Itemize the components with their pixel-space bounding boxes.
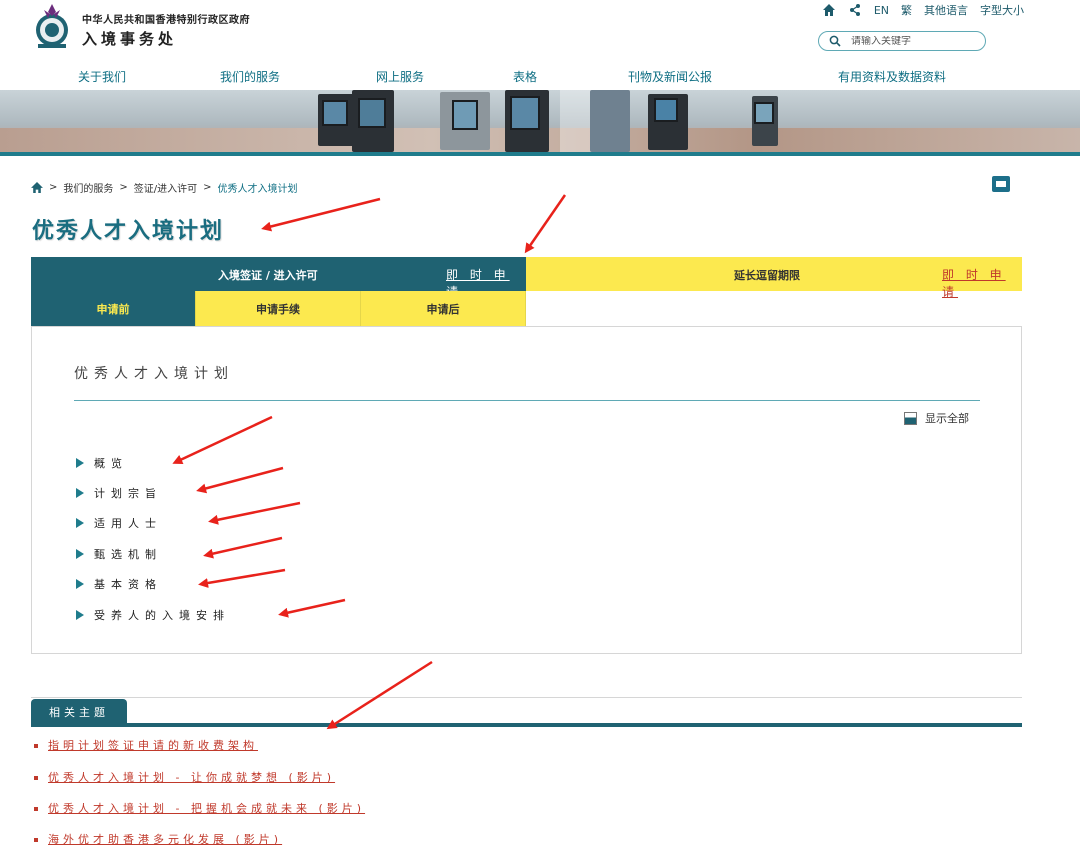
nav-our-services[interactable]: 我们的服务: [220, 68, 280, 85]
nav-about-us[interactable]: 关于我们: [78, 68, 126, 85]
caret-right-icon: [76, 518, 84, 528]
caret-right-icon: [76, 610, 84, 620]
section-divider: [74, 400, 980, 401]
accordion-item-label: 甄选机制: [94, 548, 162, 561]
other-languages-link[interactable]: 其他语言: [924, 2, 968, 18]
page-title: 优秀人才入境计划: [32, 219, 225, 244]
arrow-icon: [326, 660, 433, 730]
main-navigation: 关于我们 我们的服务 网上服务 表格 刊物及新闻公报 有用资料及数据资料: [0, 68, 1080, 88]
show-all-label: 显示全部: [925, 412, 969, 425]
related-link-item: 优秀人才入境计划 - 让你成就梦想 (影片): [34, 769, 335, 785]
subtab-application-procedure[interactable]: 申请手续: [196, 291, 361, 326]
lang-en-link[interactable]: EN: [874, 4, 889, 17]
nav-forms[interactable]: 表格: [513, 68, 537, 85]
banner-screen: [754, 102, 774, 124]
expand-checkbox-icon[interactable]: [904, 411, 917, 425]
accordion-item-overview[interactable]: 概览: [76, 455, 128, 471]
search-icon[interactable]: [829, 35, 841, 47]
bullet-icon: [34, 776, 38, 780]
accordion-item-label: 适用人士: [94, 517, 162, 530]
related-topics-bar: [31, 723, 1022, 727]
caret-right-icon: [76, 458, 84, 468]
show-all-toggle[interactable]: 显示全部: [904, 410, 969, 426]
tab-label: 延长逗留期限: [734, 269, 800, 282]
banner-screen: [358, 98, 386, 128]
accordion-item-dependants[interactable]: 受养人的入境安排: [76, 607, 230, 623]
subtab-before-application[interactable]: 申请前: [31, 291, 196, 326]
related-link-fee-structure[interactable]: 指明计划签证申请的新收费架构: [48, 739, 258, 752]
accordion-item-label: 受养人的入境安排: [94, 609, 230, 622]
content-panel: 优秀人才入境计划 显示全部 概览 计划宗旨 适用人士 甄选机制 基本资格 受养人…: [31, 326, 1022, 654]
banner-divider: [0, 152, 1080, 156]
tab-label: 入境签证 / 进入许可: [218, 269, 318, 282]
breadcrumb-item-visa[interactable]: 签证/进入许可: [134, 180, 197, 195]
banner-person: [590, 90, 630, 152]
main-tab-row: 入境签证 / 进入许可 即 时 申 请 延长逗留期限 即 时 申 请: [31, 257, 1022, 299]
tab-extension-of-stay[interactable]: 延长逗留期限 即 时 申 请: [526, 257, 1022, 299]
share-icon[interactable]: [848, 3, 862, 17]
nav-useful-info[interactable]: 有用资料及数据资料: [838, 68, 946, 85]
utility-bar: EN 繁 其他语言 字型大小: [822, 2, 1024, 18]
banner-screen: [452, 100, 478, 130]
hksar-emblem-icon[interactable]: [32, 2, 72, 52]
banner-screen: [510, 96, 540, 130]
arrow-icon: [261, 197, 381, 232]
accordion-item-selection-mechanism[interactable]: 甄选机制: [76, 546, 162, 562]
font-size-link[interactable]: 字型大小: [980, 2, 1024, 18]
related-divider: [31, 697, 1022, 698]
tab-entry-visa[interactable]: 入境签证 / 进入许可 即 时 申 请: [31, 257, 526, 299]
home-icon[interactable]: [31, 182, 43, 193]
apply-now-link[interactable]: 即 时 申 请: [942, 266, 1022, 300]
caret-right-icon: [76, 549, 84, 559]
accordion-item-label: 计划宗旨: [94, 487, 162, 500]
search-box[interactable]: [818, 31, 986, 51]
accordion-item-label: 基本资格: [94, 578, 162, 591]
breadcrumb: > 我们的服务 > 签证/进入许可 > 优秀人才入境计划: [31, 180, 298, 195]
bullet-icon: [34, 744, 38, 748]
accordion-item-objective[interactable]: 计划宗旨: [76, 485, 162, 501]
print-icon[interactable]: [992, 176, 1010, 192]
sub-tab-row: 申请前 申请手续 申请后: [31, 291, 526, 326]
accordion-item-label: 概览: [94, 457, 128, 470]
caret-right-icon: [76, 579, 84, 589]
nav-online-services[interactable]: 网上服务: [376, 68, 424, 85]
related-link-video-diversity[interactable]: 海外优才助香港多元化发展 (影片): [48, 833, 282, 846]
breadcrumb-separator: >: [49, 182, 58, 193]
accordion-item-basic-eligibility[interactable]: 基本资格: [76, 576, 162, 592]
banner-screen: [322, 100, 348, 126]
site-header: 中华人民共和国香港特别行政区政府 入境事务处 EN 繁 其他语言 字型大小 关于…: [0, 0, 1080, 92]
breadcrumb-separator: >: [119, 182, 128, 193]
breadcrumb-separator: >: [203, 182, 212, 193]
nav-publications-press[interactable]: 刊物及新闻公报: [628, 68, 712, 85]
related-link-item: 指明计划签证申请的新收费架构: [34, 737, 258, 753]
lang-traditional-link[interactable]: 繁: [901, 2, 912, 18]
search-input[interactable]: [851, 35, 981, 47]
bullet-icon: [34, 807, 38, 811]
section-title: 优秀人才入境计划: [74, 366, 234, 382]
related-topics-heading: 相关主题: [31, 699, 127, 724]
government-name: 中华人民共和国香港特别行政区政府: [82, 15, 250, 26]
caret-right-icon: [76, 488, 84, 498]
related-link-video-dream[interactable]: 优秀人才入境计划 - 让你成就梦想 (影片): [48, 771, 335, 784]
arrow-icon: [524, 194, 567, 254]
related-link-video-future[interactable]: 优秀人才入境计划 - 把握机会成就未来 (影片): [48, 802, 365, 815]
hero-banner: [0, 90, 1080, 152]
subtab-after-application[interactable]: 申请后: [361, 291, 526, 326]
banner-screen: [654, 98, 678, 122]
accordion-item-eligible-persons[interactable]: 适用人士: [76, 515, 162, 531]
related-link-item: 海外优才助香港多元化发展 (影片): [34, 831, 282, 847]
home-icon[interactable]: [822, 3, 836, 17]
breadcrumb-current: 优秀人才入境计划: [217, 184, 298, 195]
related-link-item: 优秀人才入境计划 - 把握机会成就未来 (影片): [34, 800, 365, 816]
breadcrumb-item-services[interactable]: 我们的服务: [63, 180, 113, 195]
bullet-icon: [34, 838, 38, 842]
department-name[interactable]: 入境事务处: [82, 28, 177, 49]
